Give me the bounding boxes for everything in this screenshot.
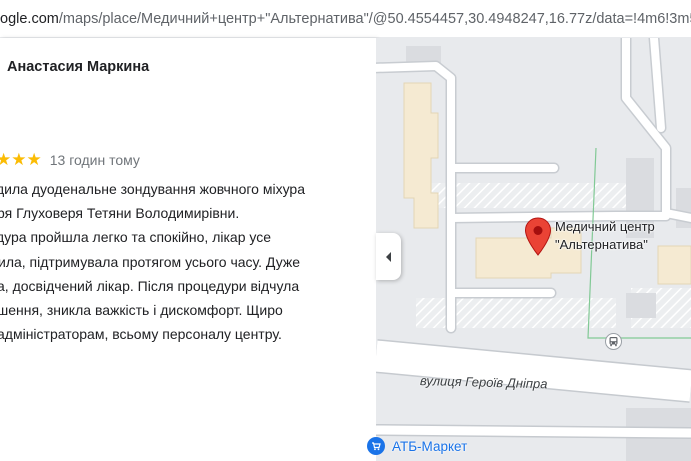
place-name-line: "Альтернатива" — [555, 237, 648, 252]
building — [657, 245, 691, 285]
review-line: ила, підтримувала протягом усього часу. … — [0, 253, 301, 270]
review-panel: Анастасия Маркина ★★★ 13 годин тому дила… — [0, 38, 376, 461]
cart-glyph — [372, 442, 381, 451]
bus-stop-icon[interactable] — [605, 333, 622, 350]
shopping-icon[interactable] — [367, 437, 385, 455]
collapse-panel-button[interactable] — [376, 233, 401, 280]
review-author-name[interactable]: Анастасия Маркина — [7, 59, 149, 75]
map-pin-icon[interactable] — [524, 217, 552, 257]
poi-label[interactable]: АТБ-Маркет — [392, 439, 467, 454]
review-time: 13 годин тому — [49, 152, 140, 168]
review-line: а, досвідчений лікар. Після процедури ві… — [0, 277, 300, 294]
review-line: дила дуоденальне зондування жовчного міх… — [0, 181, 305, 197]
url-path: /maps/place/Медичний+центр+"Альтернатива… — [58, 11, 691, 27]
review-meta: ★★★ 13 годин тому — [0, 150, 140, 170]
review-text: дила дуоденальне зондування жовчного міх… — [0, 177, 376, 346]
review-line: шення, зникла важкість і дискомфорт. Щир… — [0, 302, 283, 319]
review-line: дура пройшла легко та спокійно, лікар ус… — [0, 229, 271, 246]
url-host: ogle.com — [0, 11, 59, 27]
collapse-chevron-icon — [385, 251, 391, 262]
bus-glyph — [609, 337, 618, 347]
review-line: ря Глуховеря Тетяни Володимирівни. — [0, 205, 240, 222]
place-name-line: Медичний центр — [555, 219, 655, 234]
building — [626, 293, 656, 318]
review-line: адміністраторам, всьому персоналу центру… — [0, 326, 282, 343]
address-bar[interactable]: ogle.com/maps/place/Медичний+центр+"Альт… — [0, 0, 691, 38]
star-rating: ★★★ — [0, 150, 42, 170]
place-label[interactable]: Медичний центр "Альтернатива" — [555, 218, 655, 254]
